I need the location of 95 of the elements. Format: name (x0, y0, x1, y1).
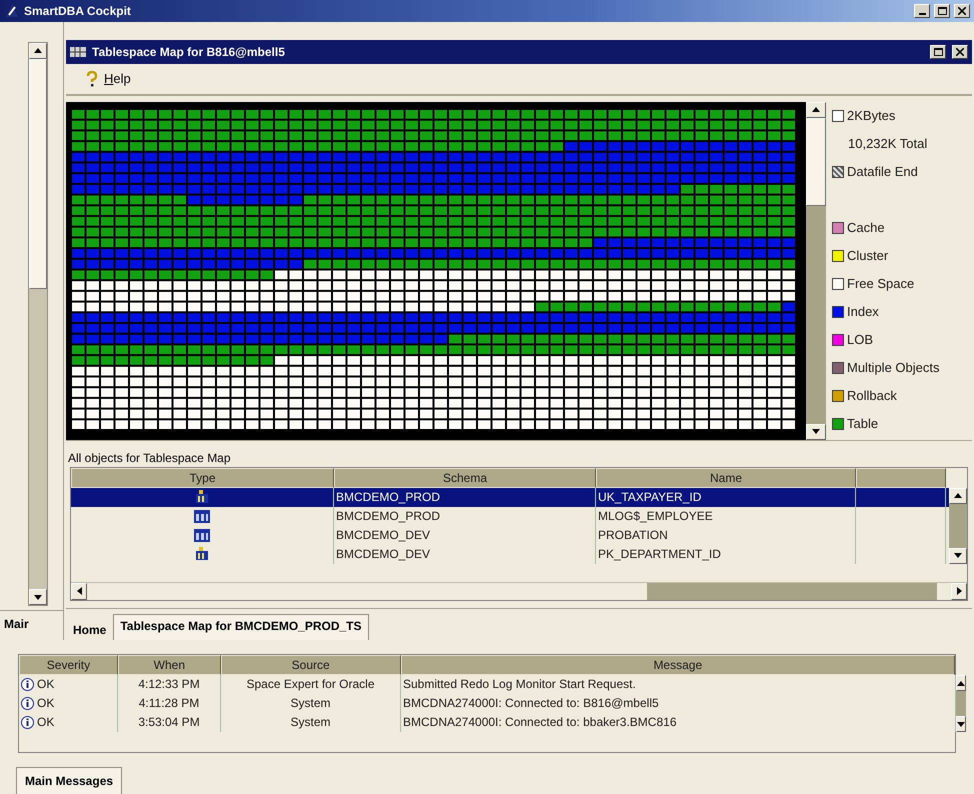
app-title: SmartDBA Cockpit (24, 4, 131, 18)
legend-label: Datafile End (832, 162, 972, 182)
column-header[interactable]: Type (71, 468, 334, 488)
total-size-text: 10,232K Total (847, 136, 928, 152)
scroll-up-button[interactable] (29, 42, 47, 59)
section-label: All objects for Tablespace Map (66, 440, 972, 467)
help-menu[interactable]: Help (86, 70, 131, 87)
vertical-scrollbar[interactable] (949, 488, 967, 564)
table-cell: BMCDEMO_PROD (334, 506, 596, 526)
maximize-button[interactable] (934, 4, 950, 18)
close-button[interactable] (952, 44, 968, 59)
scroll-left-button[interactable] (71, 582, 87, 600)
legend-label: Table (847, 416, 878, 432)
table-cell: System (221, 713, 401, 732)
scroll-thumb[interactable] (647, 582, 937, 600)
horizontal-scrollbar[interactable] (71, 582, 967, 600)
table-cell: BMCDEMO_PROD (334, 488, 596, 507)
vertical-scrollbar[interactable] (956, 675, 966, 732)
close-button[interactable] (954, 4, 970, 18)
table-icon (194, 528, 210, 542)
table-row[interactable]: BMCDEMO_DEV PK_DEPARTMENT_ID (71, 544, 949, 564)
column-header[interactable]: Message (400, 655, 955, 676)
vertical-scrollbar[interactable] (28, 42, 48, 606)
info-icon (21, 697, 34, 710)
down-arrow-icon (957, 722, 965, 727)
table-cell: Space Expert for Oracle (221, 675, 401, 694)
up-arrow-icon (957, 680, 965, 686)
main-tab[interactable]: Mair (0, 610, 63, 640)
maximize-icon (938, 6, 946, 15)
maximize-icon (934, 48, 942, 56)
legend-label: Rollback (847, 388, 897, 404)
table-cell: BMCDEMO_DEV (334, 544, 596, 564)
index-icon (195, 547, 209, 562)
close-icon (958, 6, 966, 15)
scroll-down-button[interactable] (806, 424, 826, 440)
severity-text: OK (37, 676, 54, 694)
legend-label: 2KBytes (832, 106, 972, 126)
legend-label: Index (847, 304, 879, 320)
table-row[interactable]: BMCDEMO_DEV PROBATION (71, 526, 949, 545)
down-arrow-icon (34, 594, 42, 600)
severity-text: OK (37, 695, 54, 712)
table-cell: 4:12:33 PM (118, 675, 221, 694)
scroll-thumb[interactable] (29, 58, 47, 289)
up-arrow-icon (34, 48, 42, 54)
scroll-up-button[interactable] (956, 675, 966, 692)
scroll-down-button[interactable] (949, 548, 967, 564)
tab[interactable]: Home (66, 618, 114, 640)
tab[interactable]: Main Messages (16, 767, 122, 794)
minimize-icon (918, 12, 926, 15)
up-arrow-icon (954, 493, 962, 498)
legend-label: LOB (847, 332, 874, 348)
column-header[interactable]: Name (596, 468, 856, 488)
scroll-down-button[interactable] (956, 716, 966, 732)
table-cell: PROBATION (596, 526, 856, 545)
legend-label: Cache (847, 220, 885, 236)
column-header[interactable]: Severity (19, 655, 118, 676)
info-icon (21, 678, 34, 692)
down-arrow-icon (812, 429, 820, 434)
window-title: Tablespace Map for B816@mbell5 (92, 44, 285, 59)
down-arrow-icon (954, 553, 962, 558)
question-mark-icon (86, 70, 98, 87)
column-header[interactable]: When (118, 655, 221, 676)
legend-label: Multiple Objects (847, 360, 940, 376)
table-row[interactable]: BMCDEMO_PROD MLOG$_EMPLOYEE (71, 506, 949, 526)
severity-text: OK (37, 714, 54, 732)
column-header[interactable]: Schema (334, 468, 596, 488)
map-grid-icon (70, 44, 86, 59)
legend-label: Free Space (847, 276, 914, 292)
column-header[interactable]: Source (220, 655, 401, 676)
app-logo-icon (4, 2, 20, 19)
table-cell: PK_DEPARTMENT_ID (596, 544, 856, 564)
table-icon (194, 510, 210, 523)
left-arrow-icon (76, 587, 82, 596)
minimize-button[interactable] (914, 4, 930, 18)
up-arrow-icon (812, 107, 820, 112)
info-icon (21, 716, 34, 730)
scroll-right-button[interactable] (951, 582, 967, 600)
scroll-up-button[interactable] (949, 488, 967, 504)
legend-label: Cluster (847, 248, 888, 264)
scroll-thumb[interactable] (806, 118, 826, 206)
table-cell: 3:53:04 PM (118, 713, 221, 732)
table-cell: System (221, 694, 401, 714)
maximize-button[interactable] (930, 44, 946, 59)
table-cell: 4:11:28 PM (118, 694, 221, 714)
close-icon (956, 48, 964, 56)
table-cell: BMCDEMO_DEV (334, 526, 596, 545)
right-arrow-icon (956, 587, 962, 596)
index-icon (195, 490, 209, 504)
tab[interactable]: Tablespace Map for BMCDEMO_PROD_TS (113, 614, 368, 640)
scroll-up-button[interactable] (806, 102, 826, 118)
vertical-scrollbar[interactable] (806, 102, 826, 440)
table-row[interactable]: BMCDEMO_PROD UK_TAXPAYER_ID (71, 488, 949, 507)
scroll-down-button[interactable] (29, 589, 47, 606)
table-cell: MLOG$_EMPLOYEE (596, 506, 856, 526)
table-cell: UK_TAXPAYER_ID (596, 488, 856, 507)
